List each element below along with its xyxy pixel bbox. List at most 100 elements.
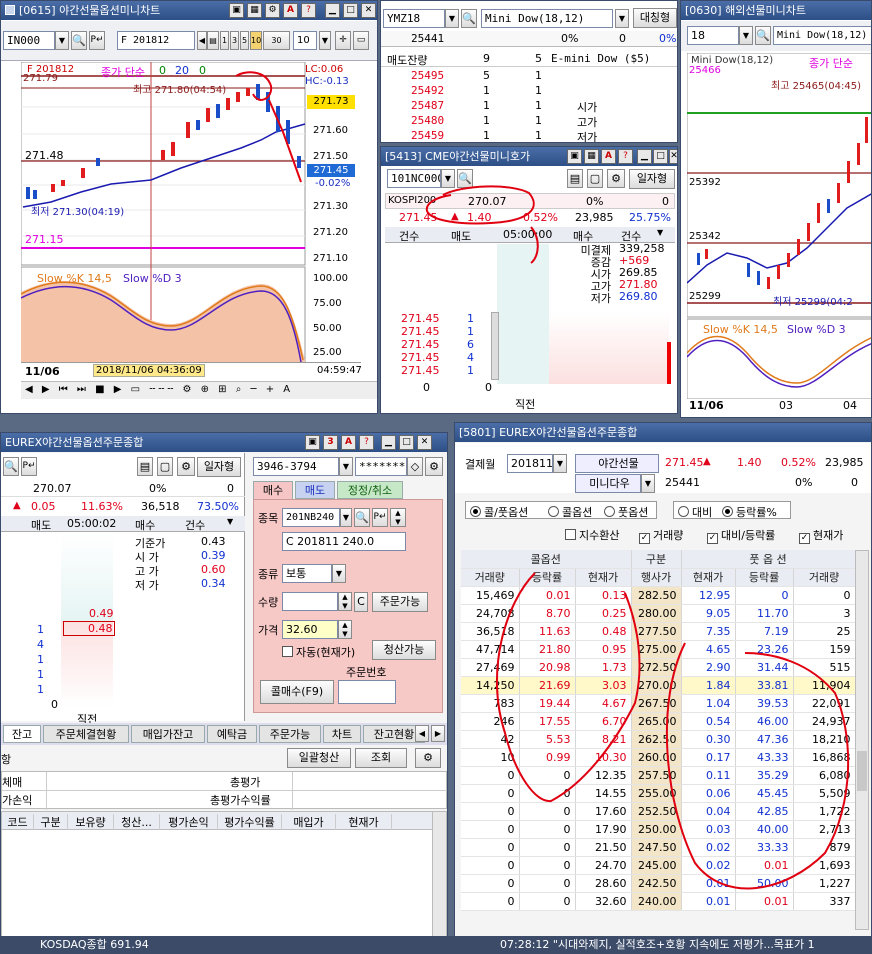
code-input[interactable]: 18 (687, 26, 739, 45)
period-10-button[interactable]: 10 (250, 31, 262, 50)
bid-price[interactable]: 271.45 (401, 312, 440, 325)
checkbox-checked-icon[interactable]: ✓ (707, 533, 718, 544)
search-icon[interactable]: 🔍 (71, 31, 87, 50)
crosshair-icon[interactable]: ✛ (335, 31, 351, 50)
period-30-button[interactable]: 30 (263, 31, 290, 50)
query-button[interactable]: 조회 (355, 748, 407, 768)
balance-col-header[interactable]: 코드 (2, 814, 34, 830)
font-icon[interactable]: A (341, 435, 356, 450)
radio-icon[interactable] (678, 506, 689, 517)
checkbox-checked-icon[interactable]: ✓ (799, 533, 810, 544)
chk-index[interactable]: 지수환산 (565, 527, 619, 543)
copy-icon[interactable]: ▢ (157, 457, 173, 476)
ask-price[interactable]: 25487 (411, 99, 444, 112)
ask-price[interactable]: 25492 (411, 84, 444, 97)
chk-diff-rate[interactable]: ✓ 대비/등락률 (707, 527, 775, 544)
radio-call[interactable]: 콜옵션 (548, 504, 592, 520)
tab-next-icon[interactable]: ▶ (431, 725, 445, 742)
account-input[interactable]: 3946-3794 (253, 457, 339, 476)
dropdown-icon[interactable]: ▼ (739, 26, 753, 45)
dropdown-arrow-icon[interactable]: ▼ (55, 31, 69, 50)
zoom-icon[interactable]: ▭ (353, 31, 369, 50)
item-search-icon[interactable]: 🔍 (354, 508, 370, 527)
arrow-pad-icon[interactable]: P↵ (21, 457, 37, 476)
eraser-icon[interactable]: ◇ (407, 457, 423, 476)
grid-icon[interactable]: ▦ (247, 3, 262, 18)
bid-price[interactable]: 271.45 (401, 351, 440, 364)
item-code-input[interactable]: 201NB240 (282, 508, 340, 527)
ymz-code-input[interactable]: YMZ18 (383, 9, 445, 28)
overseas-price-chart[interactable] (687, 53, 872, 399)
hdr-dropdown-icon[interactable]: ▼ (227, 517, 233, 526)
period-button[interactable]: ▤ (207, 31, 219, 50)
help-icon[interactable]: ? (301, 3, 316, 18)
item-dropdown-icon[interactable]: ▼ (340, 508, 352, 527)
tab-buy[interactable]: 매수 (253, 481, 293, 499)
chk-current[interactable]: ✓ 현재가 (799, 527, 843, 544)
bottom-tab[interactable]: 예탁금 (207, 725, 257, 743)
radio-icon[interactable] (548, 506, 559, 517)
maximize-icon[interactable]: □ (653, 149, 668, 164)
help-icon[interactable]: ? (359, 435, 374, 450)
checkbox-checked-icon[interactable]: ✓ (639, 533, 650, 544)
radio-icon[interactable] (470, 506, 481, 517)
radio-put[interactable]: 풋옵션 (604, 504, 648, 520)
ymz-search-icon[interactable]: 🔍 (461, 9, 477, 28)
radio-icon[interactable] (604, 506, 615, 517)
bottom-tab[interactable]: 주문체결현황 (43, 725, 129, 743)
auto-price-checkbox[interactable]: 자동(현재가) (282, 644, 355, 660)
radio-icon[interactable] (722, 506, 733, 517)
balance-col-header[interactable]: 평가수익률 (218, 814, 282, 830)
minimize-icon[interactable]: ▁ (381, 435, 396, 450)
radio-call-put[interactable]: 콜/풋옵션 (470, 504, 528, 520)
settings-icon[interactable]: ⚙ (265, 3, 280, 18)
settle-all-button[interactable]: 일괄청산 (287, 748, 351, 768)
bottom-tab[interactable]: 주문가능 (259, 725, 321, 743)
bid-price[interactable]: 271.45 (401, 364, 440, 377)
maximize-icon[interactable]: □ (343, 3, 358, 18)
title-bar[interactable]: [0615] 야간선물옵션미니차트 (1, 1, 377, 20)
password-input[interactable]: ******** (355, 457, 407, 476)
minimize-icon[interactable]: ▁ (637, 149, 652, 164)
maximize-icon[interactable]: □ (399, 435, 414, 450)
balance-col-header[interactable]: 현재가 (336, 814, 392, 830)
close-icon[interactable]: ✕ (361, 3, 376, 18)
nav-buttons[interactable]: ◀ ▶ ⏮ ⏭ ■ ▶ ▭ ╌╌╌ ⚙ ⊕ ⊞ ⌕ ─ + A (25, 384, 293, 395)
grid-icon[interactable]: ▦ (584, 149, 599, 164)
link-icon[interactable]: ▣ (229, 3, 244, 18)
balance-col-header[interactable]: 평가손익 (160, 814, 218, 830)
symmetric-button[interactable]: 대칭형 (633, 8, 677, 28)
balance-col-header[interactable]: 매입가 (282, 814, 336, 830)
type-select[interactable]: 보통 (282, 564, 332, 583)
ask-price[interactable]: 25459 (411, 129, 444, 142)
qty-c-button[interactable]: C (354, 592, 368, 612)
link-icon[interactable]: ▣ (305, 435, 320, 450)
tab-modify[interactable]: 정정/취소 (337, 481, 403, 499)
search-icon[interactable]: 🔍 (755, 26, 771, 45)
item-pad-icon[interactable]: P↵ (372, 508, 388, 527)
qty-input[interactable] (282, 592, 338, 611)
period-5-button[interactable]: 5 (240, 31, 249, 50)
series-input[interactable]: F 201812 (117, 31, 195, 50)
item-spin-icon[interactable]: ▲ ▼ (390, 508, 406, 527)
font-icon[interactable]: A (601, 149, 616, 164)
period-1-button[interactable]: 1 (220, 31, 229, 50)
balance-scrollbar[interactable] (432, 812, 446, 938)
bottom-tab[interactable]: 차트 (323, 725, 361, 743)
checkbox-icon[interactable] (282, 646, 293, 657)
balance-col-header[interactable]: 구분 (34, 814, 68, 830)
balance-col-header[interactable]: 청산... (114, 814, 160, 830)
bid-price[interactable]: 271.45 (401, 338, 440, 351)
price-spin-icon[interactable]: ▲ ▼ (338, 620, 352, 639)
settings-icon[interactable]: ⚙ (425, 457, 443, 476)
settings-icon[interactable]: ⚙ (415, 748, 441, 768)
three-icon[interactable]: 3 (323, 435, 338, 450)
help-icon[interactable]: ? (618, 149, 633, 164)
close-icon[interactable]: ✕ (417, 435, 432, 450)
search-icon[interactable]: 🔍 (3, 457, 19, 476)
settings-icon[interactable]: ⚙ (177, 457, 195, 476)
mini-dropdown-icon[interactable]: ▼ (641, 474, 655, 493)
arrow-pad-icon[interactable]: P↵ (89, 31, 105, 50)
balance-col-header[interactable]: 보유량 (68, 814, 114, 830)
clearable-button[interactable]: 청산가능 (372, 640, 436, 660)
